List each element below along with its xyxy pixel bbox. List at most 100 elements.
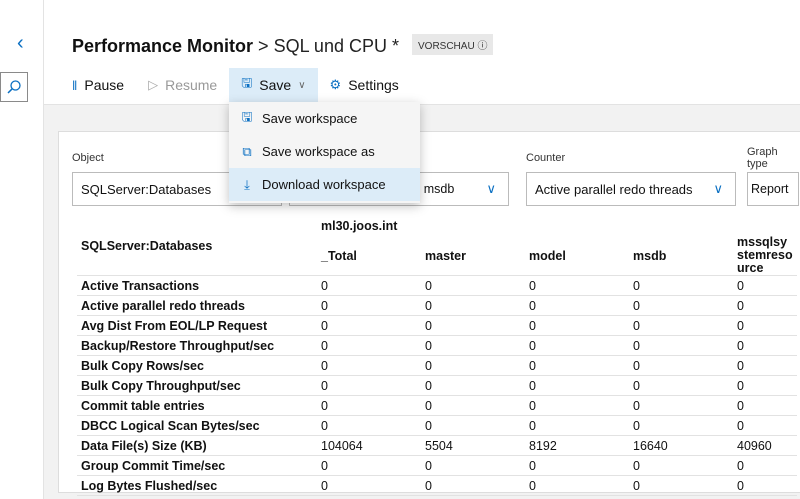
search-icon <box>7 80 21 94</box>
cell-value: 0 <box>525 355 629 376</box>
cell-value: 16640 <box>629 435 733 456</box>
cell-value: 8192 <box>525 435 629 456</box>
table-row: Active parallel redo threads 0 0 0 0 0 <box>77 295 798 316</box>
cell-value: 104064 <box>317 435 421 456</box>
cell-value: 0 <box>733 395 798 416</box>
cell-value: 0 <box>421 275 525 296</box>
cell-value: 0 <box>525 415 629 436</box>
cell-value: 5504 <box>421 435 525 456</box>
content-area: Object SQLServer:Databases _Total, maste… <box>44 104 800 499</box>
settings-button[interactable]: ⚙ Settings <box>318 68 411 102</box>
row-label: Active Transactions <box>77 275 317 296</box>
table-row: Backup/Restore Throughput/sec 0 0 0 0 0 <box>77 335 798 356</box>
cell-value: 40960 <box>733 435 798 456</box>
menu-label: Download workspace <box>262 177 386 192</box>
download-icon: ⤓ <box>244 176 250 192</box>
host-header: ml30.joos.int <box>321 219 398 233</box>
cell-value: 0 <box>733 375 798 396</box>
title-main: Performance Monitor <box>72 36 254 56</box>
cell-value: 0 <box>629 415 733 436</box>
cell-value: 0 <box>421 295 525 316</box>
counter-label: Counter <box>526 152 566 164</box>
table-row: Data File(s) Size (KB) 104064 5504 8192 1664… <box>77 435 798 456</box>
save-label: Save <box>259 77 292 93</box>
row-label: Data File(s) Size (KB) <box>77 435 317 456</box>
cell-value: 0 <box>525 315 629 336</box>
toolbar: ‖ Pause ▷ Resume 🖫 Save ∨ ⚙ Settings <box>60 68 411 102</box>
cell-value: 0 <box>629 315 733 336</box>
cell-value: 0 <box>317 355 421 376</box>
cell-value: 0 <box>733 415 798 436</box>
row-label: DBCC Logical Scan Bytes/sec <box>77 415 317 436</box>
column-header: master <box>421 236 525 276</box>
save-dropdown-menu: 🖫 Save workspace ⧉ Save workspace as ⤓ Down… <box>229 102 420 203</box>
cell-value: 0 <box>629 395 733 416</box>
cell-value: 0 <box>733 275 798 296</box>
save-as-icon: ⧉ <box>242 143 252 159</box>
table-row: Avg Dist From EOL/LP Request 0 0 0 0 0 <box>77 315 798 336</box>
save-button[interactable]: 🖫 Save ∨ <box>229 68 318 102</box>
cell-value: 0 <box>317 315 421 336</box>
pause-icon: ‖ <box>72 77 78 93</box>
cell-value: 0 <box>421 415 525 436</box>
row-label: Backup/Restore Throughput/sec <box>77 335 317 356</box>
object-label: Object <box>72 152 104 164</box>
row-label: Active parallel redo threads <box>77 295 317 316</box>
menu-item-download-workspace[interactable]: ⤓ Download workspace <box>229 168 420 201</box>
cell-value: 0 <box>733 355 798 376</box>
menu-item-save-workspace-as[interactable]: ⧉ Save workspace as <box>229 135 420 168</box>
floppy-icon: 🖫 <box>241 108 253 124</box>
graph-type-select[interactable]: Report <box>747 172 799 206</box>
cell-value: 0 <box>629 335 733 356</box>
cell-value: 0 <box>733 475 798 496</box>
cell-value: 0 <box>629 455 733 476</box>
cell-value: 0 <box>421 475 525 496</box>
row-label: Bulk Copy Throughput/sec <box>77 375 317 396</box>
cell-value: 0 <box>629 295 733 316</box>
resume-button[interactable]: ▷ Resume <box>136 68 229 102</box>
row-label: Avg Dist From EOL/LP Request <box>77 315 317 336</box>
column-header: msdb <box>629 236 733 276</box>
collapse-chevron-icon[interactable]: ‹ <box>17 32 24 55</box>
cell-value: 0 <box>421 375 525 396</box>
play-icon: ▷ <box>148 77 159 92</box>
cell-value: 0 <box>629 355 733 376</box>
object-header: SQLServer:Databases <box>77 216 317 276</box>
cell-value: 0 <box>317 415 421 436</box>
report-card: Object SQLServer:Databases _Total, maste… <box>58 131 800 496</box>
pause-button[interactable]: ‖ Pause <box>60 68 136 102</box>
table-row: Active Transactions 0 0 0 0 0 <box>77 275 798 296</box>
cell-value: 0 <box>525 335 629 356</box>
table-row: Bulk Copy Rows/sec 0 0 0 0 0 <box>77 355 798 376</box>
chevron-down-icon: ∨ <box>486 181 496 196</box>
cell-value: 0 <box>525 275 629 296</box>
menu-item-save-workspace[interactable]: 🖫 Save workspace <box>229 102 420 135</box>
title-sub: SQL und CPU * <box>273 36 399 56</box>
preview-badge[interactable]: VORSCHAU ⓘ <box>412 34 494 55</box>
cell-value: 0 <box>317 275 421 296</box>
cell-value: 0 <box>525 475 629 496</box>
cell-value: 0 <box>317 395 421 416</box>
cell-value: 0 <box>317 455 421 476</box>
cell-value: 0 <box>421 315 525 336</box>
page-title: Performance Monitor > SQL und CPU * VORS… <box>72 34 494 57</box>
left-sidebar: ‹ <box>0 0 44 499</box>
cell-value: 0 <box>421 395 525 416</box>
cell-value: 0 <box>421 335 525 356</box>
cell-value: 0 <box>733 335 798 356</box>
table-row: Bulk Copy Throughput/sec 0 0 0 0 0 <box>77 375 798 396</box>
row-label: Group Commit Time/sec <box>77 455 317 476</box>
cell-value: 0 <box>317 335 421 356</box>
menu-label: Save workspace as <box>262 144 375 159</box>
cell-value: 0 <box>525 455 629 476</box>
cell-value: 0 <box>733 455 798 476</box>
cell-value: 0 <box>317 475 421 496</box>
row-label: Commit table entries <box>77 395 317 416</box>
search-button[interactable] <box>0 72 28 102</box>
counter-select[interactable]: Active parallel redo threads ∨ <box>526 172 736 206</box>
cell-value: 0 <box>629 475 733 496</box>
settings-label: Settings <box>348 77 399 93</box>
table-row: DBCC Logical Scan Bytes/sec 0 0 0 0 0 <box>77 415 798 436</box>
column-header: model <box>525 236 629 276</box>
table-row: Log Bytes Flushed/sec 0 0 0 0 0 <box>77 475 798 496</box>
